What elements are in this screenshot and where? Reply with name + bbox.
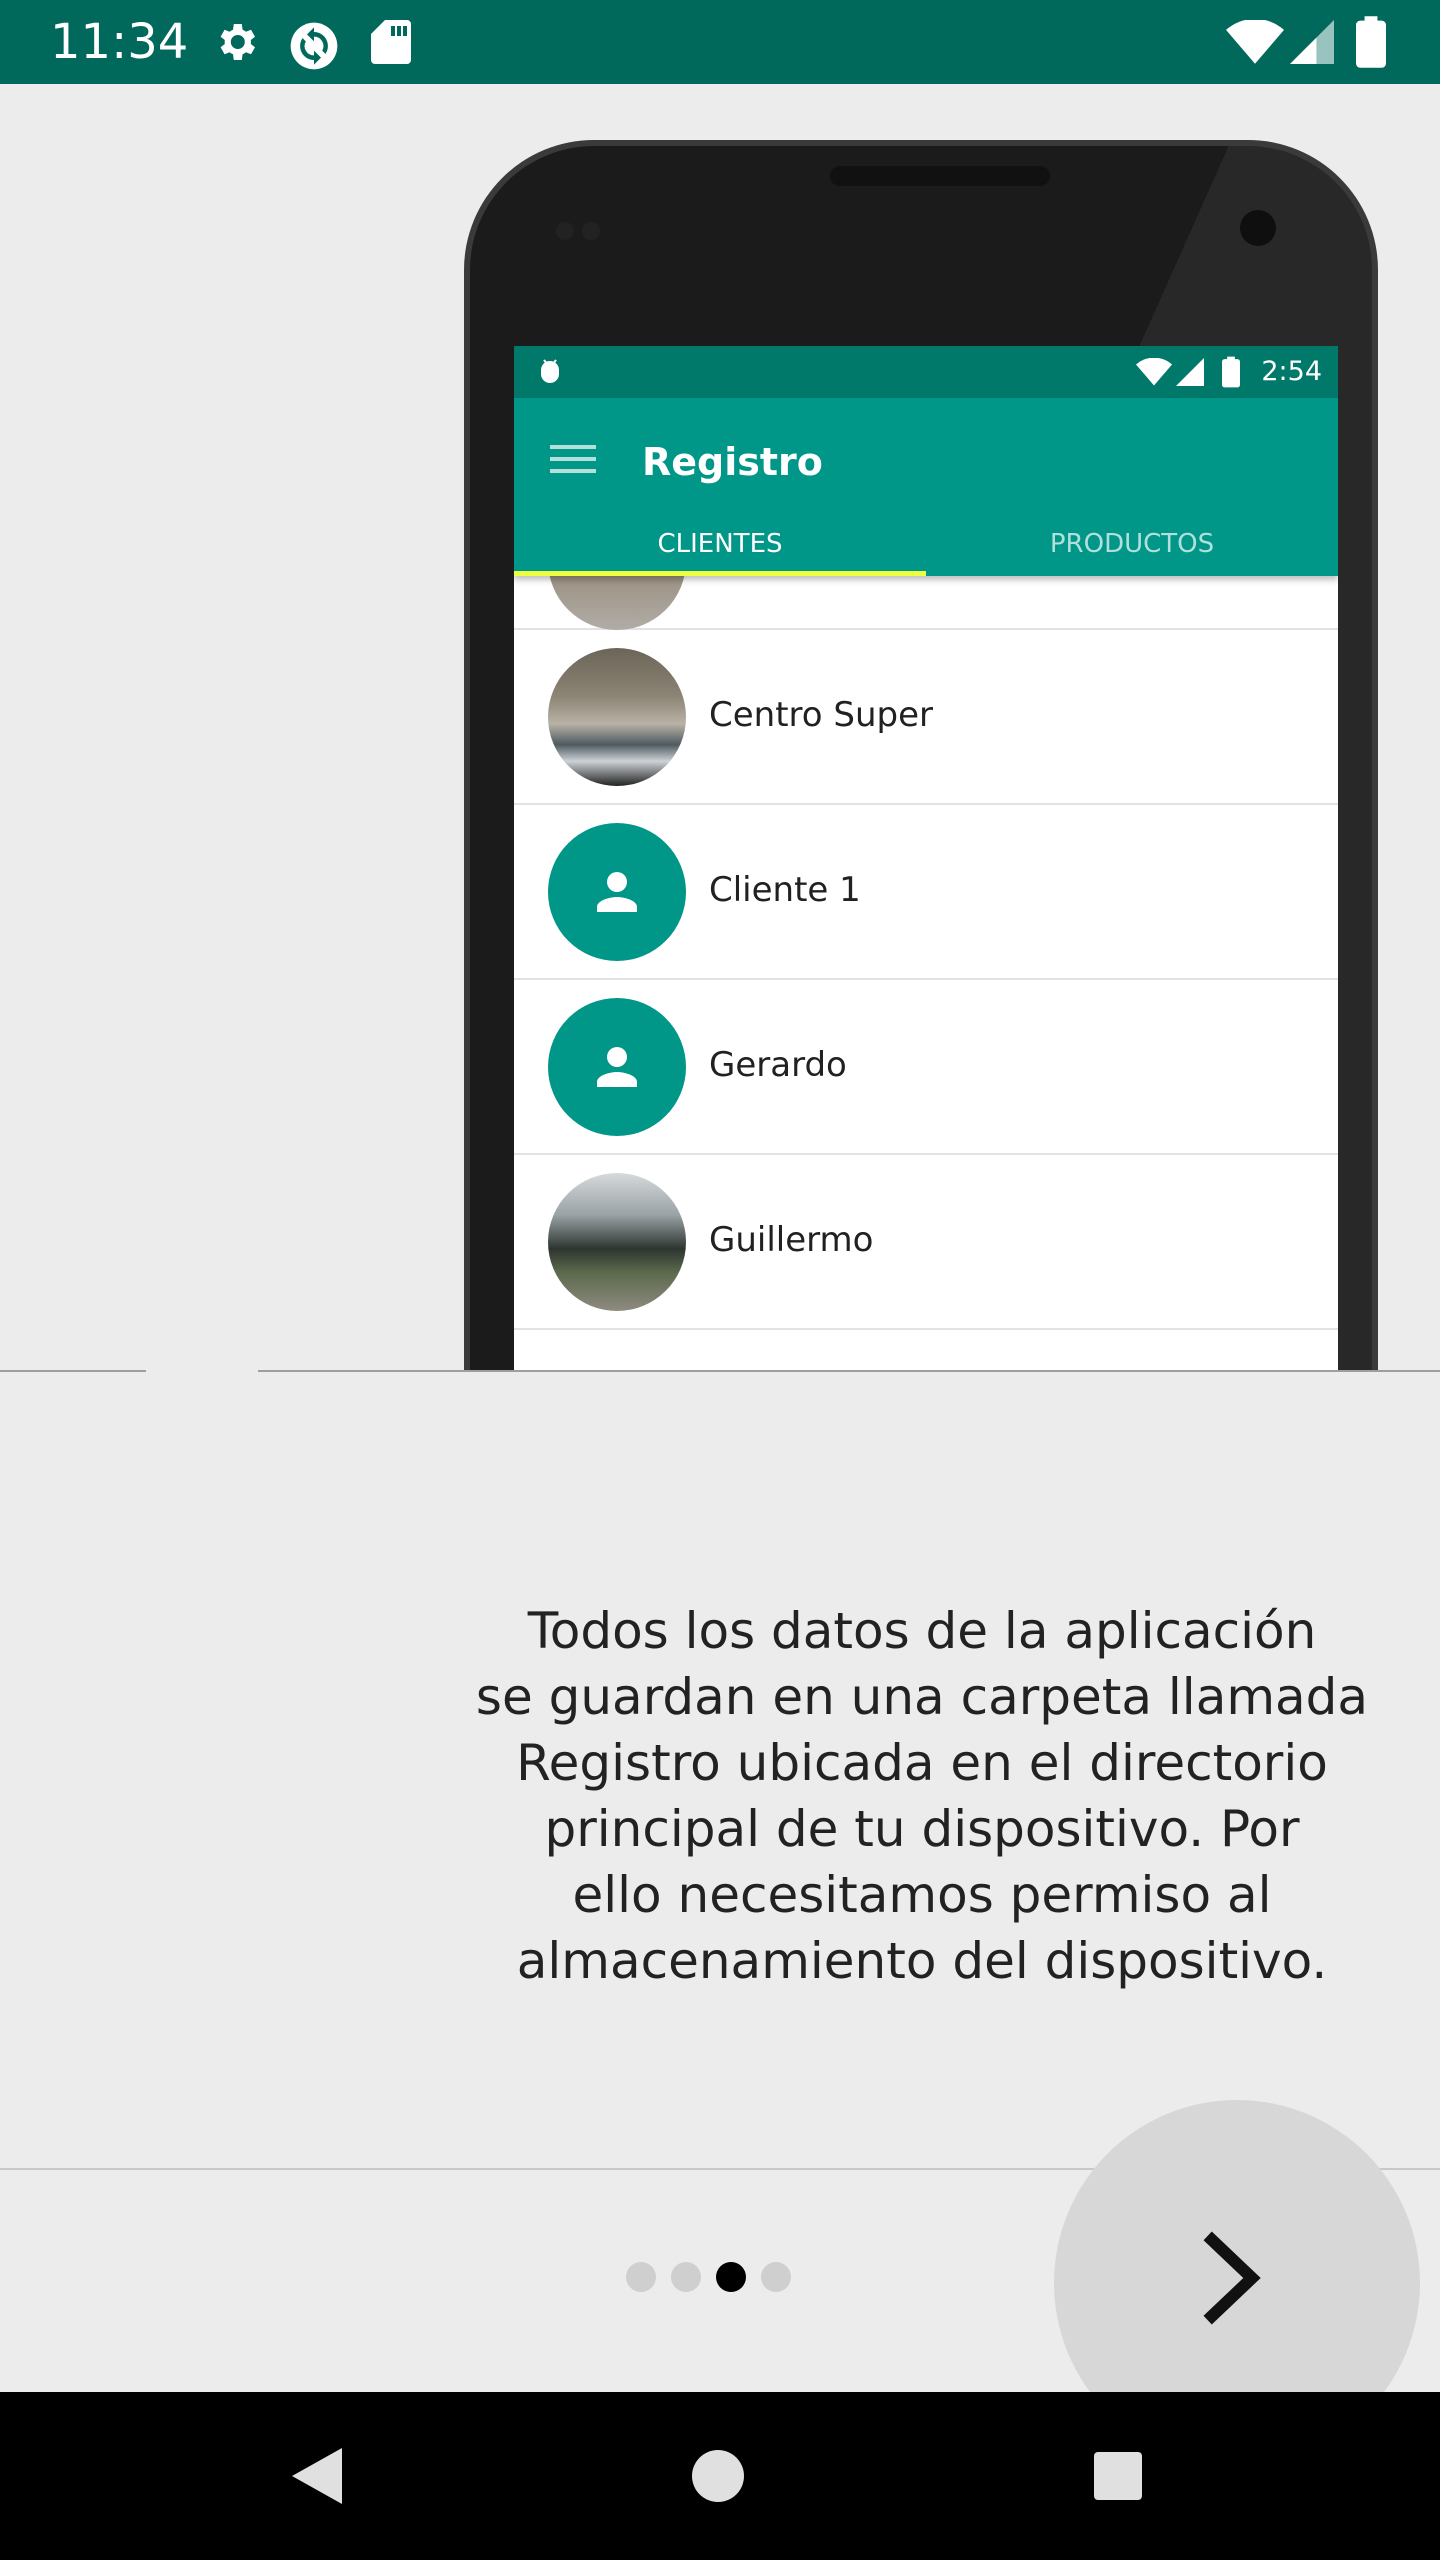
android-debug-icon: [541, 359, 559, 383]
tab-productos: PRODUCTOS: [926, 526, 1338, 576]
client-name: Cliente 1: [709, 870, 861, 910]
client-photo: [548, 1173, 686, 1311]
list-item: Gerardo: [514, 980, 1338, 1155]
signal-icon: [1290, 20, 1334, 64]
page-dot: [761, 2262, 791, 2292]
divider-line: [0, 1370, 146, 1372]
client-name: Guillermo: [709, 1220, 874, 1260]
list-item: Guillermo: [514, 1155, 1338, 1330]
home-icon[interactable]: [686, 2444, 750, 2508]
list-item: Cliente 1: [514, 805, 1338, 980]
phone-screen: 2:54 Registro CLIENTES PRODUCTOS Centro …: [514, 346, 1338, 1370]
person-avatar: [548, 823, 686, 961]
description-line: principal de tu dispositivo. Por: [544, 1800, 1300, 1858]
phone-speaker: [830, 166, 1050, 186]
description-line: Registro ubicada en el directorio: [516, 1734, 1328, 1792]
navigation-bar: [0, 2392, 1440, 2560]
battery-icon: [1356, 16, 1386, 68]
description-line: se guardan en una carpeta llamada: [475, 1668, 1369, 1726]
list-item: [514, 492, 1338, 630]
mock-signal-icon: [1176, 358, 1204, 386]
client-list: Centro Super Cliente 1 Gerardo Guillermo: [514, 492, 1338, 1330]
page-dot: [671, 2262, 701, 2292]
person-avatar: [548, 998, 686, 1136]
list-item: Centro Super: [514, 630, 1338, 805]
sync-icon: [290, 22, 338, 70]
tab-productos-label: PRODUCTOS: [1049, 529, 1215, 559]
page-dot: [626, 2262, 656, 2292]
tab-indicator: [514, 571, 926, 576]
mock-app-title: Registro: [642, 440, 823, 484]
chevron-right-icon: [1203, 2231, 1261, 2325]
divider-line: [258, 1370, 1440, 1372]
description-line: ello necesitamos permiso al: [572, 1866, 1272, 1924]
page-dot-active: [716, 2262, 746, 2292]
mock-battery-icon: [1222, 356, 1240, 388]
status-time: 11:34: [50, 14, 189, 70]
client-name: Centro Super: [709, 695, 933, 735]
tab-clientes: CLIENTES: [514, 526, 926, 576]
settings-icon: [220, 24, 255, 60]
intro-description: Todos los datos de la aplicación se guar…: [470, 1598, 1374, 1994]
recents-icon[interactable]: [1086, 2444, 1150, 2508]
mock-app-bar: Registro CLIENTES PRODUCTOS: [514, 398, 1338, 576]
tab-clientes-label: CLIENTES: [657, 529, 783, 559]
phone-camera: [1240, 210, 1276, 246]
person-icon: [597, 1047, 637, 1087]
phone-mockup: 2:54 Registro CLIENTES PRODUCTOS Centro …: [464, 140, 1378, 1370]
phone-sensors: [556, 222, 626, 240]
status-bar: 11:34: [0, 0, 1440, 84]
description-line: almacenamiento del dispositivo.: [516, 1932, 1328, 1990]
description-line: Todos los datos de la aplicación: [527, 1602, 1317, 1660]
mock-status-bar: 2:54: [514, 346, 1338, 398]
mock-wifi-icon: [1136, 358, 1172, 386]
client-photo: [548, 648, 686, 786]
person-icon: [597, 872, 637, 912]
menu-icon: [550, 445, 596, 473]
mock-status-time: 2:54: [1261, 356, 1322, 387]
client-name: Gerardo: [709, 1045, 847, 1085]
sd-card-icon: [371, 20, 411, 64]
back-icon[interactable]: [280, 2440, 352, 2512]
wifi-icon: [1226, 20, 1284, 64]
